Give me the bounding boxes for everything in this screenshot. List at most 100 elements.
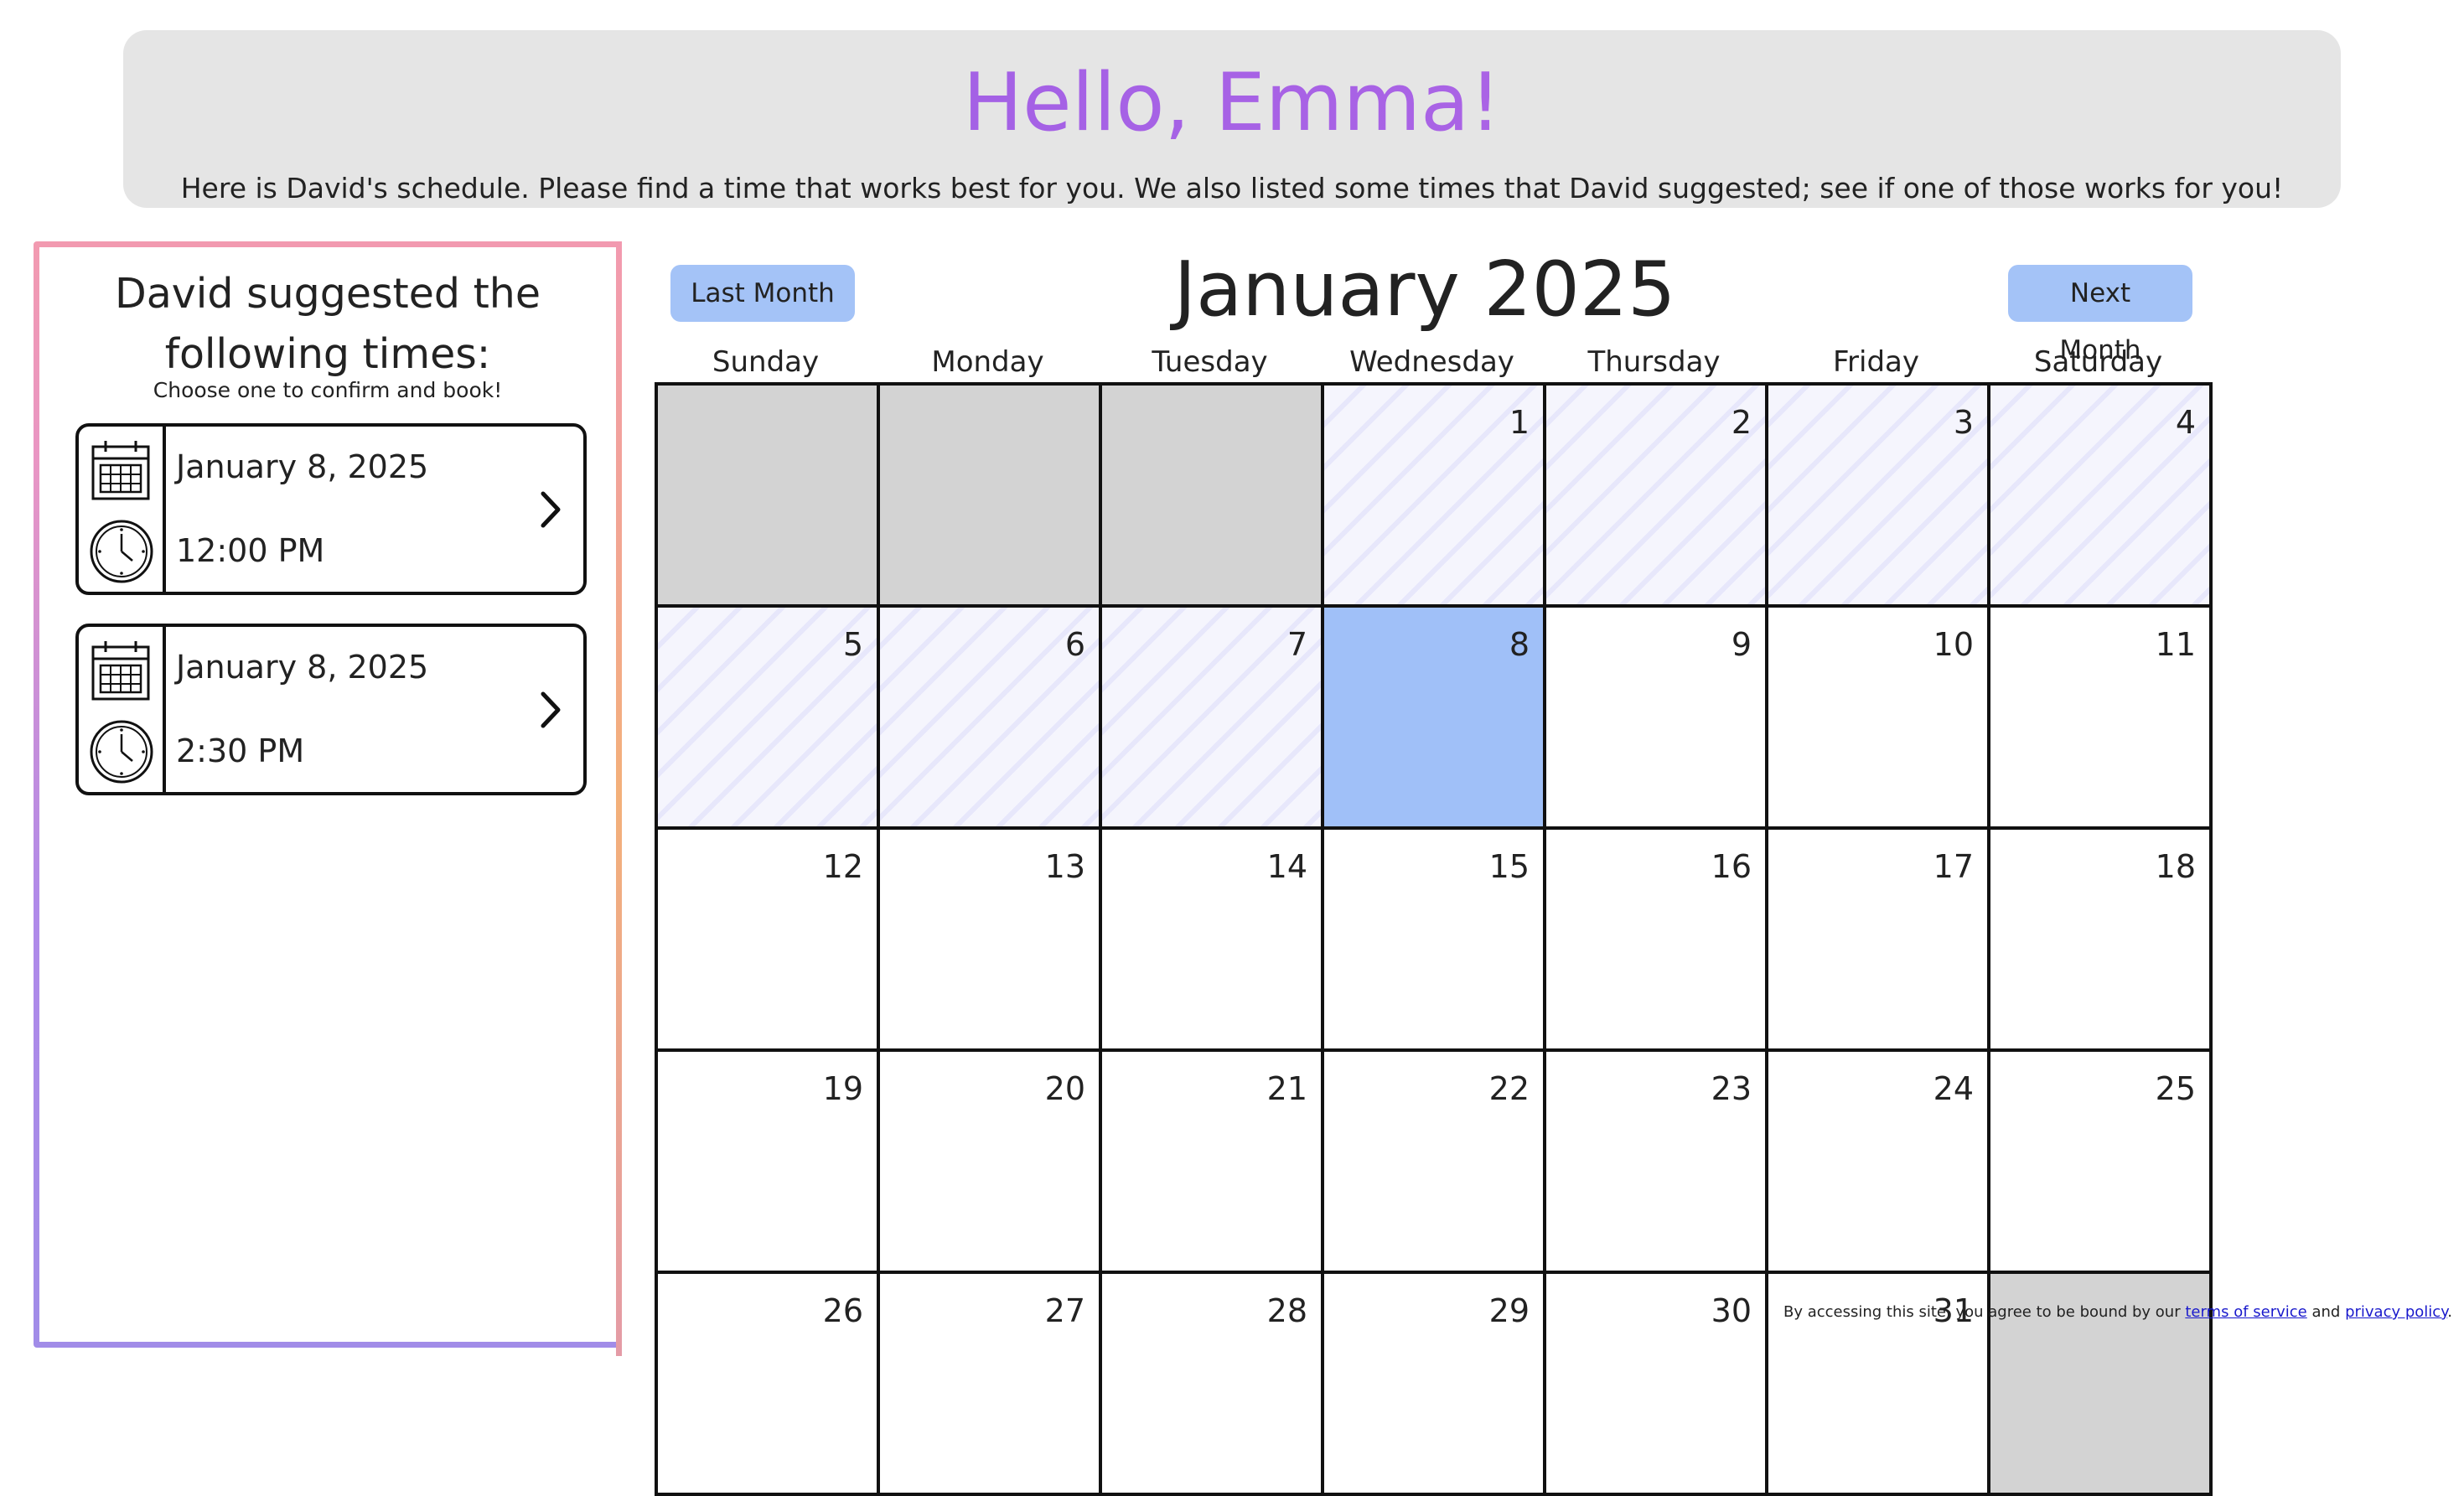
calendar-day-9[interactable]: 9 xyxy=(1543,604,1768,830)
day-number: 3 xyxy=(1953,404,1974,441)
clock-icon xyxy=(90,520,153,583)
calendar-day-26[interactable]: 26 xyxy=(655,1271,880,1496)
day-number: 9 xyxy=(1731,626,1752,663)
calendar-day-11[interactable]: 11 xyxy=(1987,604,2213,830)
day-number: 1 xyxy=(1509,404,1530,441)
calendar-empty-cell xyxy=(1099,382,1324,608)
chevron-right-icon[interactable] xyxy=(538,490,563,529)
calendar-icon xyxy=(91,441,150,500)
next-month-button[interactable]: Next Month xyxy=(2008,265,2192,365)
suggestion-date: January 8, 2025 xyxy=(176,649,429,686)
day-number: 4 xyxy=(2175,404,2196,441)
calendar-day-28[interactable]: 28 xyxy=(1099,1271,1324,1496)
page-subtitle: Here is David's schedule. Please find a … xyxy=(180,172,2284,204)
calendar-day-10[interactable]: 10 xyxy=(1765,604,1990,830)
calendar-day-24[interactable]: 24 xyxy=(1765,1048,1990,1274)
suggested-times-panel: David suggested the following times: Cho… xyxy=(34,241,622,1356)
calendar-day-23[interactable]: 23 xyxy=(1543,1048,1768,1274)
day-number: 8 xyxy=(1509,626,1530,663)
day-number: 7 xyxy=(1286,626,1307,663)
day-number: 20 xyxy=(1044,1070,1085,1107)
footer-and: and xyxy=(2306,1303,2346,1321)
calendar-day-1: 1 xyxy=(1321,382,1546,608)
day-number: 13 xyxy=(1044,848,1085,885)
weekday-label-sunday: Sunday xyxy=(712,345,820,379)
day-number: 30 xyxy=(1711,1292,1752,1329)
terms-of-service-link[interactable]: terms of service xyxy=(2185,1303,2306,1321)
calendar-day-29[interactable]: 29 xyxy=(1321,1271,1546,1496)
day-number: 28 xyxy=(1266,1292,1307,1329)
day-number: 21 xyxy=(1266,1070,1307,1107)
calendar-day-7: 7 xyxy=(1099,604,1324,830)
suggestion-icons xyxy=(79,427,166,592)
calendar-day-6: 6 xyxy=(877,604,1102,830)
day-number: 11 xyxy=(2155,626,2196,663)
day-number: 26 xyxy=(822,1292,863,1329)
day-number: 5 xyxy=(842,626,863,663)
chevron-right-icon[interactable] xyxy=(538,691,563,729)
calendar-day-30[interactable]: 30 xyxy=(1543,1271,1768,1496)
clock-icon xyxy=(90,720,153,784)
footer-period: . xyxy=(2447,1303,2452,1321)
weekday-label-saturday: Saturday xyxy=(2033,345,2163,379)
calendar-empty-cell xyxy=(655,382,880,608)
day-number: 14 xyxy=(1266,848,1307,885)
day-number: 27 xyxy=(1044,1292,1085,1329)
month-title: January 2025 xyxy=(1173,246,1676,334)
calendar-day-17[interactable]: 17 xyxy=(1765,826,1990,1052)
calendar-day-8[interactable]: 8 xyxy=(1321,604,1546,830)
calendar-day-12[interactable]: 12 xyxy=(655,826,880,1052)
day-number: 29 xyxy=(1488,1292,1530,1329)
suggested-times-title: David suggested the following times: xyxy=(115,270,541,378)
weekday-label-monday: Monday xyxy=(931,345,1044,379)
header-banner: Hello, Emma! Here is David's schedule. P… xyxy=(123,30,2341,208)
day-number: 2 xyxy=(1731,404,1752,441)
calendar-grid: 1 2 3 4 5 6 7 8 9 10 11 12 13 14 15 16 17 18 19 20 21 22 23 24 2… xyxy=(655,382,2213,1496)
day-number: 24 xyxy=(1933,1070,1974,1107)
calendar-day-21[interactable]: 21 xyxy=(1099,1048,1324,1274)
calendar-day-18[interactable]: 18 xyxy=(1987,826,2213,1052)
calendar-day-4: 4 xyxy=(1987,382,2213,608)
suggestion-time: 12:00 PM xyxy=(176,532,325,569)
suggestion-card[interactable]: January 8, 2025 2:30 PM xyxy=(75,624,587,795)
calendar-day-16[interactable]: 16 xyxy=(1543,826,1768,1052)
calendar-day-2: 2 xyxy=(1543,382,1768,608)
day-number: 12 xyxy=(822,848,863,885)
day-number: 22 xyxy=(1488,1070,1530,1107)
day-number: 17 xyxy=(1933,848,1974,885)
page-title: Hello, Emma! xyxy=(123,64,2341,143)
calendar-day-13[interactable]: 13 xyxy=(877,826,1102,1052)
weekday-label-wednesday: Wednesday xyxy=(1349,345,1514,379)
day-number: 16 xyxy=(1711,848,1752,885)
suggestion-icons xyxy=(79,627,166,792)
calendar-day-3: 3 xyxy=(1765,382,1990,608)
day-number: 18 xyxy=(2155,848,2196,885)
suggestion-card[interactable]: January 8, 2025 12:00 PM xyxy=(75,423,587,595)
last-month-button[interactable]: Last Month xyxy=(670,265,855,322)
calendar-day-5: 5 xyxy=(655,604,880,830)
calendar-day-15[interactable]: 15 xyxy=(1321,826,1546,1052)
day-number: 6 xyxy=(1064,626,1085,663)
weekday-label-tuesday: Tuesday xyxy=(1152,345,1268,379)
calendar-day-20[interactable]: 20 xyxy=(877,1048,1102,1274)
day-number: 19 xyxy=(822,1070,863,1107)
day-number: 23 xyxy=(1711,1070,1752,1107)
suggestion-time: 2:30 PM xyxy=(176,732,305,769)
day-number: 25 xyxy=(2155,1070,2196,1107)
day-number: 15 xyxy=(1488,848,1530,885)
footer-text: By accessing this site, you agree to be … xyxy=(1783,1303,2186,1321)
calendar-empty-cell xyxy=(877,382,1102,608)
calendar-icon xyxy=(91,641,150,701)
suggested-times-subtitle: Choose one to confirm and book! xyxy=(153,378,503,402)
legal-footer: By accessing this site, you agree to be … xyxy=(1783,1303,2452,1321)
calendar-day-19[interactable]: 19 xyxy=(655,1048,880,1274)
weekday-label-thursday: Thursday xyxy=(1587,345,1721,379)
weekday-label-friday: Friday xyxy=(1832,345,1920,379)
calendar-day-22[interactable]: 22 xyxy=(1321,1048,1546,1274)
privacy-policy-link[interactable]: privacy policy xyxy=(2345,1303,2447,1321)
calendar-day-27[interactable]: 27 xyxy=(877,1271,1102,1496)
calendar-day-25[interactable]: 25 xyxy=(1987,1048,2213,1274)
calendar-day-14[interactable]: 14 xyxy=(1099,826,1324,1052)
suggestion-date: January 8, 2025 xyxy=(176,448,429,485)
day-number: 10 xyxy=(1933,626,1974,663)
